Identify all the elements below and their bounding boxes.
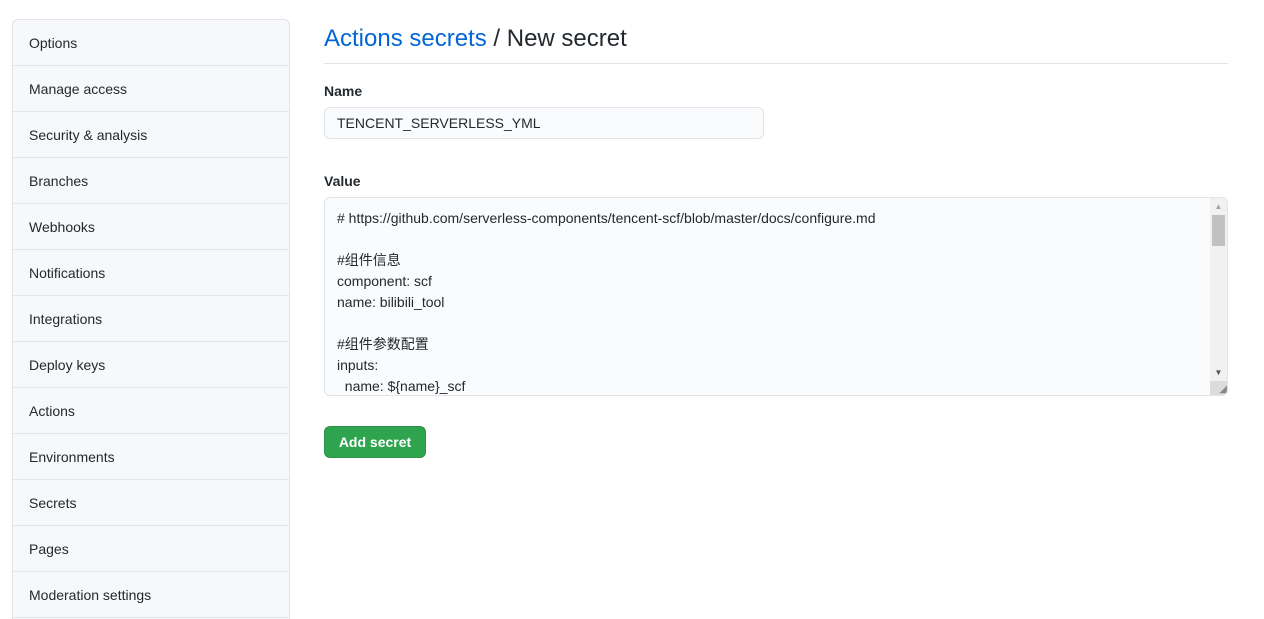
sidebar-item-label: Options [29, 34, 78, 51]
scroll-up-arrow-icon[interactable]: ▲ [1210, 198, 1227, 215]
settings-sidebar: Options Manage access Security & analysi… [12, 19, 290, 619]
breadcrumb-separator: / [486, 25, 507, 52]
secret-value-textarea[interactable]: # https://github.com/serverless-componen… [324, 197, 1228, 396]
sidebar-item-webhooks[interactable]: Webhooks [13, 204, 289, 250]
sidebar-item-integrations[interactable]: Integrations [13, 296, 289, 342]
textarea-scrollbar[interactable]: ▲ ▼ [1210, 198, 1227, 395]
value-label: Value [324, 173, 361, 189]
sidebar-item-label: Webhooks [29, 218, 95, 235]
sidebar-item-actions[interactable]: Actions [13, 388, 289, 434]
sidebar-item-environments[interactable]: Environments [13, 434, 289, 480]
scrollbar-thumb[interactable] [1212, 215, 1225, 246]
sidebar-item-label: Branches [29, 172, 89, 189]
sidebar-item-label: Moderation settings [29, 586, 152, 603]
sidebar-item-manage-access[interactable]: Manage access [13, 66, 289, 112]
name-label: Name [324, 83, 363, 99]
sidebar-item-label: Security & analysis [29, 126, 148, 143]
sidebar-item-options[interactable]: Options [13, 20, 289, 66]
sidebar-item-label: Environments [29, 448, 115, 465]
sidebar-item-deploy-keys[interactable]: Deploy keys [13, 342, 289, 388]
page-title: Actions secrets / New secret [324, 24, 1228, 64]
page-title-text: New secret [506, 25, 627, 52]
sidebar-item-label: Notifications [29, 264, 106, 281]
sidebar-item-label: Manage access [29, 80, 128, 97]
breadcrumb-actions-secrets-link[interactable]: Actions secrets [324, 25, 487, 52]
secret-value-text: # https://github.com/serverless-componen… [337, 210, 876, 394]
sidebar-item-label: Secrets [29, 494, 77, 511]
sidebar-item-branches[interactable]: Branches [13, 158, 289, 204]
scroll-down-arrow-icon[interactable]: ▼ [1210, 364, 1227, 381]
sidebar-item-notifications[interactable]: Notifications [13, 250, 289, 296]
sidebar-item-pages[interactable]: Pages [13, 526, 289, 572]
sidebar-item-label: Pages [29, 540, 69, 557]
add-secret-button[interactable]: Add secret [324, 426, 426, 458]
secret-name-input[interactable]: TENCENT_SERVERLESS_YML [324, 107, 764, 139]
sidebar-item-security-analysis[interactable]: Security & analysis [13, 112, 289, 158]
sidebar-item-moderation-settings[interactable]: Moderation settings [13, 572, 289, 618]
sidebar-item-label: Actions [29, 402, 75, 419]
sidebar-item-label: Deploy keys [29, 356, 106, 373]
resize-handle-icon[interactable]: ◢ [1210, 381, 1227, 395]
sidebar-item-label: Integrations [29, 310, 103, 327]
main-content: Actions secrets / New secret Name TENCEN… [324, 0, 1228, 458]
sidebar-item-secrets[interactable]: Secrets [13, 480, 289, 526]
secret-name-value: TENCENT_SERVERLESS_YML [337, 115, 541, 131]
